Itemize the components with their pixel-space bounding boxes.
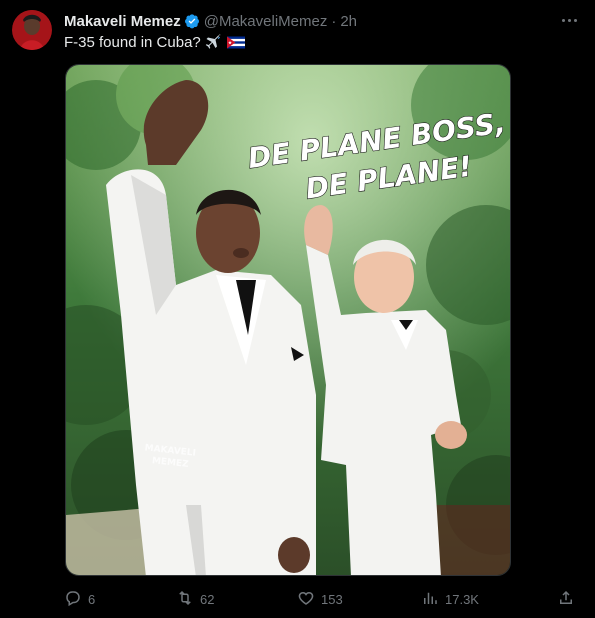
reply-button[interactable]: 6: [64, 588, 95, 610]
display-name[interactable]: Makaveli Memez: [64, 13, 181, 30]
timestamp[interactable]: 2h: [340, 13, 357, 30]
reply-count: 6: [88, 591, 96, 607]
tweet-actions: 6 62 153 17.3K: [64, 588, 581, 610]
handle[interactable]: @MakaveliMemez: [204, 13, 328, 30]
retweet-count: 62: [200, 591, 215, 607]
views-button[interactable]: 17.3K: [421, 588, 479, 610]
views-count: 17.3K: [445, 591, 479, 607]
share-button[interactable]: [557, 588, 575, 610]
tweet-header: Makaveli Memez @MakaveliMemez · 2h: [64, 11, 357, 31]
verified-badge-icon: [184, 13, 200, 29]
retweet-icon: [176, 589, 194, 610]
tweet-text-content: F-35 found in Cuba?: [64, 33, 201, 51]
tweet-media-image[interactable]: DE PLANE BOSS, DE PLANE! MAKAVELI MEMEZ: [65, 64, 511, 576]
tweet[interactable]: Makaveli Memez @MakaveliMemez · 2h F-35 …: [0, 0, 595, 618]
heart-icon: [297, 589, 315, 610]
like-count: 153: [321, 591, 343, 607]
cuba-flag-emoji-icon: [226, 36, 245, 49]
tweet-text: F-35 found in Cuba?: [64, 33, 245, 51]
separator-dot: ·: [331, 12, 337, 30]
more-options-icon[interactable]: [559, 12, 579, 28]
airplane-emoji-icon: [205, 33, 223, 51]
share-icon: [557, 589, 575, 610]
reply-icon: [64, 589, 82, 610]
views-chart-icon: [421, 589, 439, 610]
like-button[interactable]: 153: [297, 588, 343, 610]
avatar[interactable]: [12, 10, 52, 50]
retweet-button[interactable]: 62: [176, 588, 214, 610]
